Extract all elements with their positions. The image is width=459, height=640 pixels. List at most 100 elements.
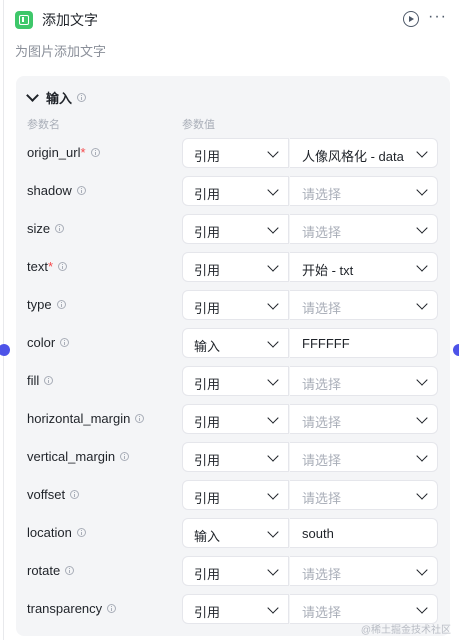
- param-row-horizontal-margin: horizontal_margin 引用 请选择: [0, 404, 459, 434]
- chevron-down-icon[interactable]: [26, 88, 39, 102]
- reference-value-select[interactable]: 请选择: [290, 556, 438, 586]
- chevron-down-icon[interactable]: [267, 564, 279, 576]
- watermark: @稀土掘金技术社区: [360, 625, 451, 636]
- reference-value-select[interactable]: 请选择: [290, 176, 438, 206]
- info-icon[interactable]: [60, 338, 70, 347]
- value-placeholder: 请选择: [302, 605, 342, 620]
- chevron-down-icon[interactable]: [416, 450, 428, 462]
- chevron-down-icon[interactable]: [416, 412, 428, 424]
- param-name-label: size: [27, 221, 51, 236]
- value-placeholder: 请选择: [302, 453, 342, 468]
- value-source-label: 引用: [194, 149, 221, 164]
- value-source-select[interactable]: 引用: [182, 442, 289, 472]
- chevron-down-icon[interactable]: [416, 602, 428, 614]
- param-row-origin-url: origin_url * 引用 人像风格化 - data: [0, 138, 459, 168]
- param-row-location: location 输入 south: [0, 518, 459, 548]
- chevron-down-icon[interactable]: [416, 146, 428, 158]
- chevron-down-icon[interactable]: [416, 260, 428, 272]
- node-title: 添加文字: [42, 12, 98, 28]
- chevron-down-icon[interactable]: [416, 184, 428, 196]
- value-source-select[interactable]: 引用: [182, 252, 289, 282]
- chevron-down-icon[interactable]: [267, 412, 279, 424]
- param-name-label: location: [27, 525, 72, 540]
- chevron-down-icon[interactable]: [267, 146, 279, 158]
- info-icon[interactable]: [76, 528, 86, 537]
- value-source-label: 引用: [194, 415, 221, 430]
- value-source-select[interactable]: 引用: [182, 290, 289, 320]
- input-section-header[interactable]: 输入: [26, 88, 87, 106]
- more-icon[interactable]: ···: [428, 8, 447, 26]
- chevron-down-icon[interactable]: [416, 488, 428, 500]
- info-icon[interactable]: [120, 452, 130, 461]
- reference-value-select[interactable]: 请选择: [290, 366, 438, 396]
- chevron-down-icon[interactable]: [416, 222, 428, 234]
- info-icon[interactable]: [70, 490, 80, 499]
- reference-value-select[interactable]: 请选择: [290, 214, 438, 244]
- param-name: horizontal_margin: [27, 411, 145, 426]
- value-placeholder: 请选择: [302, 187, 342, 202]
- value-source-select[interactable]: 输入: [182, 518, 289, 548]
- info-icon[interactable]: [44, 376, 54, 385]
- param-name: shadow: [27, 183, 86, 198]
- value-source-select[interactable]: 引用: [182, 214, 289, 244]
- chevron-down-icon[interactable]: [416, 298, 428, 310]
- reference-value-select[interactable]: 开始 - txt: [290, 252, 438, 282]
- param-name-label: rotate: [27, 563, 61, 578]
- chevron-down-icon[interactable]: [267, 374, 279, 386]
- info-icon[interactable]: [77, 92, 87, 102]
- chevron-down-icon[interactable]: [267, 526, 279, 538]
- chevron-down-icon[interactable]: [267, 602, 279, 614]
- param-name: location: [27, 525, 86, 540]
- info-icon[interactable]: [90, 148, 100, 157]
- required-asterisk: *: [80, 145, 86, 160]
- chevron-down-icon[interactable]: [267, 488, 279, 500]
- reference-value-select[interactable]: 人像风格化 - data: [290, 138, 438, 168]
- reference-value-select[interactable]: 请选择: [290, 290, 438, 320]
- value-source-select[interactable]: 引用: [182, 138, 289, 168]
- param-name-label: text: [27, 259, 48, 274]
- chevron-down-icon[interactable]: [267, 184, 279, 196]
- chevron-down-icon[interactable]: [267, 336, 279, 348]
- chevron-down-icon[interactable]: [416, 564, 428, 576]
- play-icon[interactable]: [403, 11, 419, 27]
- value-placeholder: 请选择: [302, 491, 342, 506]
- value-source-select[interactable]: 引用: [182, 404, 289, 434]
- text-node-icon: [15, 11, 33, 29]
- param-name: text *: [27, 259, 68, 274]
- param-row-type: type 引用 请选择: [0, 290, 459, 320]
- chevron-down-icon[interactable]: [267, 298, 279, 310]
- info-icon[interactable]: [55, 224, 65, 233]
- info-icon[interactable]: [135, 414, 145, 423]
- info-icon[interactable]: [107, 604, 117, 613]
- value-source-select[interactable]: 引用: [182, 366, 289, 396]
- chevron-down-icon[interactable]: [267, 260, 279, 272]
- value-placeholder: 请选择: [302, 415, 342, 430]
- info-icon[interactable]: [76, 186, 86, 195]
- value-source-select[interactable]: 引用: [182, 176, 289, 206]
- value-source-select[interactable]: 引用: [182, 556, 289, 586]
- value-source-label: 引用: [194, 491, 221, 506]
- reference-value-select[interactable]: 请选择: [290, 404, 438, 434]
- value-source-label: 引用: [194, 567, 221, 582]
- value-input[interactable]: FFFFFF: [290, 328, 438, 358]
- info-icon[interactable]: [58, 262, 68, 271]
- chevron-down-icon[interactable]: [267, 222, 279, 234]
- value-source-select[interactable]: 引用: [182, 480, 289, 510]
- section-title: 输入: [46, 90, 73, 106]
- column-header-name: 参数名: [27, 119, 60, 131]
- reference-value-select[interactable]: 请选择: [290, 442, 438, 472]
- info-icon[interactable]: [56, 300, 66, 309]
- value-source-label: 引用: [194, 187, 221, 202]
- param-name-label: shadow: [27, 183, 72, 198]
- value-input[interactable]: south: [290, 518, 438, 548]
- chevron-down-icon[interactable]: [416, 374, 428, 386]
- value-source-select[interactable]: 输入: [182, 328, 289, 358]
- reference-value-select[interactable]: 请选择: [290, 480, 438, 510]
- chevron-down-icon[interactable]: [267, 450, 279, 462]
- param-row-size: size 引用 请选择: [0, 214, 459, 244]
- reference-value-select[interactable]: 请选择: [290, 594, 438, 624]
- value-source-select[interactable]: 引用: [182, 594, 289, 624]
- info-icon[interactable]: [65, 566, 75, 575]
- param-row-color: color 输入 FFFFFF: [0, 328, 459, 358]
- value-placeholder: 请选择: [302, 301, 342, 316]
